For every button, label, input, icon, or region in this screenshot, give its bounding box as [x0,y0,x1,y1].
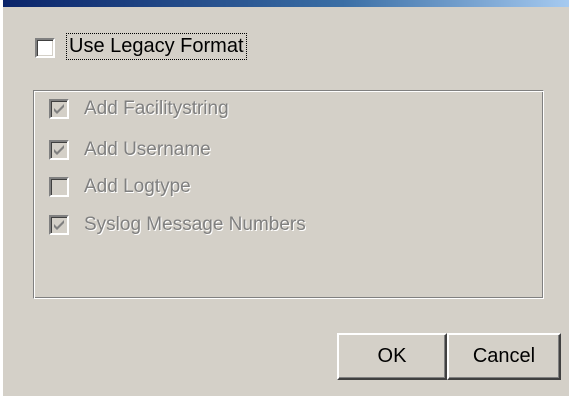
ok-button[interactable]: OK [337,333,447,380]
add-logtype-label: Add Logtype [84,176,191,197]
cancel-button[interactable]: Cancel [447,333,561,380]
checkmark-icon [54,145,64,155]
syslog-message-numbers-checkbox[interactable] [49,215,69,235]
add-facilitystring-checkbox[interactable] [49,99,69,119]
add-logtype-checkbox[interactable] [49,177,69,197]
checkmark-icon [54,104,64,114]
title-bar [3,0,569,7]
checkmark-icon [54,220,64,230]
syslog-message-numbers-label: Syslog Message Numbers [84,214,306,235]
add-username-label: Add Username [84,139,211,160]
add-username-checkbox[interactable] [49,140,69,160]
use-legacy-format-checkbox[interactable] [35,38,55,58]
add-facilitystring-label: Add Facilitystring [84,98,229,119]
syslog-options-dialog: Use Legacy Format Add Facilitystring Add… [0,0,573,399]
use-legacy-format-label[interactable]: Use Legacy Format [66,33,247,60]
